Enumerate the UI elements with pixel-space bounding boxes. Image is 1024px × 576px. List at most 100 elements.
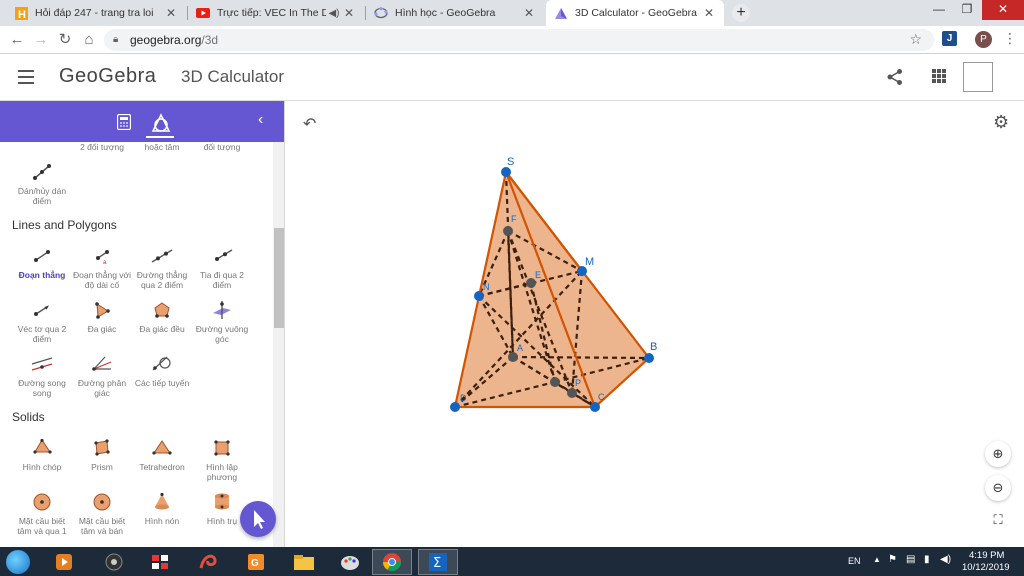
taskbar-app-2[interactable] bbox=[94, 549, 134, 575]
address-bar[interactable]: 🔒︎ geogebra.org/3d ☆ bbox=[104, 29, 934, 51]
share-icon[interactable] bbox=[886, 68, 904, 86]
back-button[interactable]: ← bbox=[8, 31, 26, 49]
clock-time[interactable]: 4:19 PM bbox=[969, 550, 1004, 561]
tray-app-icon[interactable]: ▤ bbox=[906, 554, 915, 565]
forward-button[interactable]: → bbox=[32, 31, 50, 49]
profile-avatar[interactable]: P bbox=[975, 31, 992, 48]
collapse-sidebar-icon[interactable]: ‹ bbox=[258, 111, 263, 129]
close-icon[interactable]: ✕ bbox=[164, 6, 178, 20]
language-indicator[interactable]: EN bbox=[848, 556, 861, 566]
tab-hoidap[interactable]: H Hỏi đáp 247 - trang tra loi ✕ bbox=[6, 0, 186, 26]
chrome-menu-icon[interactable]: ⋮ bbox=[1003, 30, 1017, 47]
tool-ray[interactable]: Tia đi qua 2 điểm bbox=[191, 246, 253, 290]
point-S[interactable] bbox=[501, 167, 511, 177]
point-P[interactable] bbox=[567, 388, 577, 398]
segment-icon bbox=[34, 250, 50, 262]
extension-j-icon[interactable]: J bbox=[942, 31, 957, 46]
browser-tab-strip: H Hỏi đáp 247 - trang tra loi ✕ Trực tiế… bbox=[0, 0, 1024, 26]
tab-youtube[interactable]: Trực tiếp: VEC In The Dark vs ◀) ✕ bbox=[188, 0, 364, 26]
tool-perpendicular-line[interactable]: Đường vuông góc bbox=[191, 300, 253, 344]
geogebra-logo[interactable]: GeoGebra bbox=[59, 65, 156, 88]
tool-prism[interactable]: Prism bbox=[71, 438, 133, 472]
point-D[interactable] bbox=[450, 402, 460, 412]
taskbar-sigma-app[interactable]: Σ bbox=[418, 549, 458, 575]
volume-icon[interactable]: ◀) bbox=[940, 554, 951, 565]
close-icon[interactable]: ✕ bbox=[522, 6, 536, 20]
new-tab-button[interactable]: + bbox=[732, 4, 750, 22]
input-pointer-fab[interactable] bbox=[240, 501, 276, 537]
tool-cone[interactable]: Hình nón bbox=[131, 492, 193, 526]
tool-tangents[interactable]: Các tiếp tuyến bbox=[131, 354, 193, 388]
menu-icon[interactable] bbox=[18, 70, 34, 84]
label-N: N bbox=[483, 282, 490, 292]
tools-icon[interactable] bbox=[148, 111, 174, 133]
sidebar-scrollbar[interactable] bbox=[273, 142, 284, 547]
mute-icon[interactable]: ◀) bbox=[326, 8, 342, 19]
close-icon[interactable]: ✕ bbox=[702, 6, 716, 20]
minimize-button[interactable]: — bbox=[926, 0, 952, 20]
taskbar-media-player[interactable] bbox=[44, 549, 84, 575]
tool-top-2[interactable]: hoặc tâm bbox=[131, 142, 193, 152]
tool-line-two-points[interactable]: Đường thẳng qua 2 điểm bbox=[131, 246, 193, 290]
taskbar-paint[interactable] bbox=[330, 549, 370, 575]
point-F[interactable] bbox=[503, 226, 513, 236]
paint-palette-icon bbox=[341, 556, 359, 570]
tool-cube[interactable]: Hình lập phương bbox=[191, 438, 253, 482]
windows-taskbar: G Σ EN ▲ ⚑ ▤ ▮ ◀) 4:19 PM 10/12/2019 bbox=[0, 547, 1024, 576]
point-B[interactable] bbox=[644, 353, 654, 363]
fullscreen-button[interactable]: ⛶ bbox=[985, 507, 1011, 533]
clock-date[interactable]: 10/12/2019 bbox=[962, 562, 1010, 573]
calculator-icon[interactable] bbox=[117, 114, 131, 130]
app-grid-icon bbox=[152, 555, 168, 569]
tool-segment-fixed-length[interactable]: a Đoạn thẳng với độ dài cố bbox=[71, 246, 133, 290]
start-button[interactable] bbox=[6, 550, 30, 574]
tray-expand-icon[interactable]: ▲ bbox=[873, 555, 881, 564]
tool-top-3[interactable]: đối tượng bbox=[191, 142, 253, 152]
close-window-button[interactable]: ✕ bbox=[982, 0, 1024, 20]
scrollbar-thumb[interactable] bbox=[274, 228, 284, 328]
apps-grid-icon[interactable] bbox=[932, 69, 946, 83]
taskbar-foxit[interactable]: G bbox=[236, 549, 276, 575]
parallel-line-icon bbox=[31, 357, 53, 371]
tool-attach-detach-point[interactable]: Dán/hủy dán điểm bbox=[11, 162, 73, 206]
tool-pyramid[interactable]: Hình chóp bbox=[11, 438, 73, 472]
tool-regular-polygon[interactable]: Đa giác đều bbox=[131, 300, 193, 334]
taskbar-app-4[interactable] bbox=[188, 549, 228, 575]
close-icon[interactable]: ✕ bbox=[342, 6, 356, 20]
tool-top-1[interactable]: 2 đối tượng bbox=[71, 142, 133, 152]
tab-hinh-hoc[interactable]: Hình học - GeoGebra ✕ bbox=[366, 0, 544, 26]
zoom-in-button[interactable]: ⊕ bbox=[985, 441, 1011, 467]
tool-sphere-center-radius[interactable]: Mặt cầu biết tâm và bán bbox=[71, 492, 133, 536]
taskbar-app-3[interactable] bbox=[140, 549, 180, 575]
point-intersection[interactable] bbox=[550, 377, 560, 387]
tray-app-icon[interactable]: ⚑ bbox=[888, 554, 897, 565]
network-icon[interactable]: ▮ bbox=[924, 554, 930, 565]
point-N[interactable] bbox=[474, 291, 484, 301]
graphics-3d-view[interactable]: ↶ ⚙ S M B C D N A E F P ⊕ ⊖ ⛶ bbox=[286, 101, 1024, 547]
bookmark-star-icon[interactable]: ☆ bbox=[909, 31, 922, 48]
tab-title: Hình học - GeoGebra bbox=[395, 7, 496, 19]
tool-parallel-line[interactable]: Đường song song bbox=[11, 354, 73, 398]
point-C[interactable] bbox=[590, 402, 600, 412]
reload-button[interactable]: ↻ bbox=[56, 31, 74, 49]
tool-angle-bisector[interactable]: Đường phân giác bbox=[71, 354, 133, 398]
tool-vector[interactable]: Véc tơ qua 2 điểm bbox=[11, 300, 73, 344]
tool-sphere-center-point[interactable]: Mặt cầu biết tâm và qua 1 bbox=[11, 492, 73, 536]
tool-segment[interactable]: Đoạn thẳng bbox=[11, 246, 73, 280]
point-A[interactable] bbox=[508, 352, 518, 362]
tab-title: 3D Calculator - GeoGebra bbox=[575, 7, 697, 19]
zoom-out-button[interactable]: ⊖ bbox=[985, 475, 1011, 501]
tab-3d-calculator[interactable]: 3D Calculator - GeoGebra ✕ bbox=[546, 0, 724, 26]
taskbar-file-explorer[interactable] bbox=[284, 549, 324, 575]
restore-button[interactable]: ❐ bbox=[954, 0, 980, 20]
tool-polygon[interactable]: Đa giác bbox=[71, 300, 133, 334]
taskbar-chrome[interactable] bbox=[372, 549, 412, 575]
sign-in-avatar[interactable] bbox=[963, 62, 993, 92]
svg-text:H: H bbox=[18, 9, 26, 20]
swirl-icon bbox=[199, 554, 217, 569]
home-button[interactable]: ⌂ bbox=[80, 31, 98, 49]
pyramid-icon bbox=[33, 438, 52, 454]
prism-icon bbox=[94, 439, 110, 456]
geogebra-favicon bbox=[374, 6, 388, 20]
tool-tetrahedron[interactable]: Tetrahedron bbox=[131, 438, 193, 472]
